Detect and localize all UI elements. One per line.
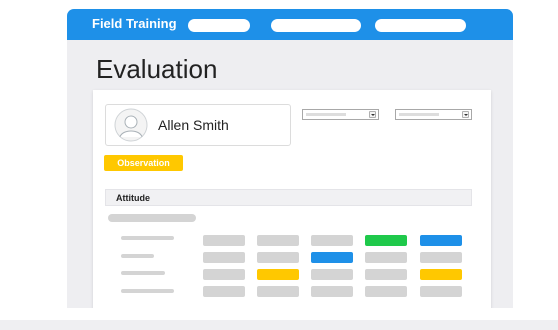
rating-cell-neutral[interactable] (203, 252, 245, 263)
rating-cell-neutral[interactable] (257, 286, 299, 297)
rating-cell-neutral[interactable] (365, 286, 407, 297)
rating-cell-neutral[interactable] (420, 252, 462, 263)
rating-cell-neutral[interactable] (311, 269, 353, 280)
section-header: Attitude (105, 189, 472, 206)
row-label-placeholder (121, 254, 154, 258)
rating-cell-neutral[interactable] (420, 286, 462, 297)
rating-cell-warning[interactable] (420, 269, 462, 280)
nav-tab-2[interactable] (271, 19, 361, 32)
dropdown-placeholder (306, 113, 346, 116)
user-name: Allen Smith (158, 117, 229, 133)
row-label-placeholder (121, 289, 174, 293)
observation-badge[interactable]: Observation (104, 155, 183, 171)
dropdown-placeholder (399, 113, 439, 116)
rating-cell-warning[interactable] (257, 269, 299, 280)
chevron-down-icon (462, 111, 469, 118)
chevron-down-icon (369, 111, 376, 118)
rating-cell-info[interactable] (311, 252, 353, 263)
rating-cell-neutral[interactable] (257, 235, 299, 246)
row-label-placeholder (121, 236, 174, 240)
rating-cell-success[interactable] (365, 235, 407, 246)
row-label-placeholder (121, 271, 165, 275)
rating-cell-neutral[interactable] (311, 235, 353, 246)
nav-tab-1[interactable] (188, 19, 250, 32)
rating-cell-neutral[interactable] (365, 269, 407, 280)
app-title: Field Training (92, 16, 177, 31)
section-title: Attitude (116, 193, 150, 203)
app-window: Field Training Evaluation Allen Smith Ob… (67, 9, 513, 308)
rating-cell-neutral[interactable] (365, 252, 407, 263)
rating-cell-neutral[interactable] (257, 252, 299, 263)
user-card[interactable]: Allen Smith (105, 104, 291, 146)
rating-cell-neutral[interactable] (311, 286, 353, 297)
rating-cell-info[interactable] (420, 235, 462, 246)
background-floor (0, 320, 558, 330)
filter-dropdown-2[interactable] (395, 109, 472, 120)
rating-cell-neutral[interactable] (203, 269, 245, 280)
evaluation-card: Allen Smith Observation Attitude (93, 90, 491, 308)
top-navigation-bar: Field Training (67, 9, 513, 40)
user-avatar-icon (114, 108, 148, 142)
rating-cell-neutral[interactable] (203, 235, 245, 246)
filter-dropdown-1[interactable] (302, 109, 379, 120)
nav-tab-3[interactable] (375, 19, 466, 32)
category-label-placeholder (108, 214, 196, 222)
page-title: Evaluation (96, 54, 218, 84)
rating-cell-neutral[interactable] (203, 286, 245, 297)
